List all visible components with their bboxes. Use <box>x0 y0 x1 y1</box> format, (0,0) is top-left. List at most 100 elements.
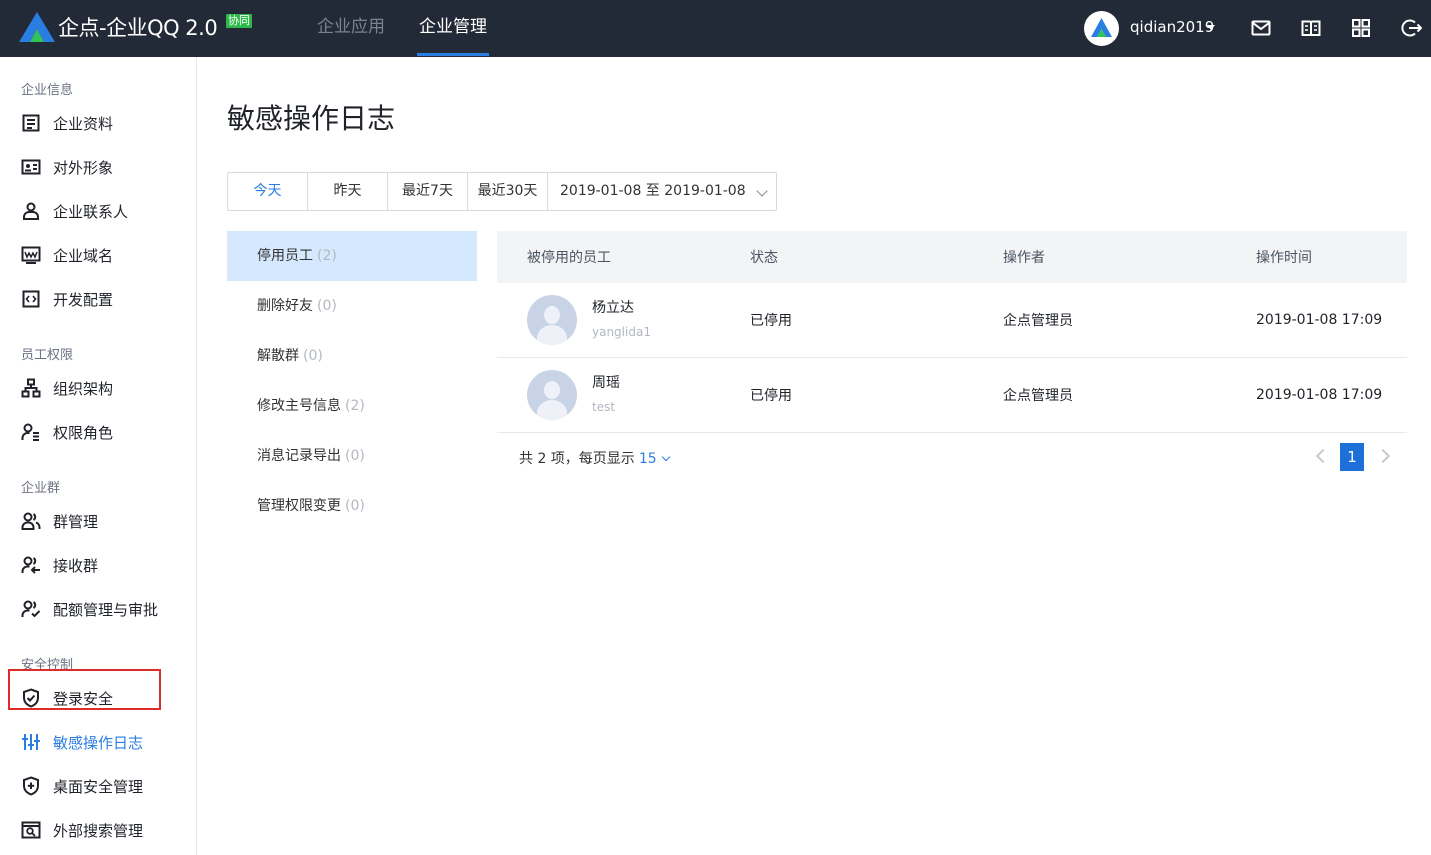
date-range-selector: 今天 昨天 最近7天 最近30天 2019-01-08 至 2019-01-08 <box>227 172 777 211</box>
book-icon[interactable] <box>1300 17 1322 39</box>
sidebar-item-label: 开发配置 <box>53 290 114 309</box>
employee-name: 周瑶 <box>592 375 620 391</box>
operator-cell: 企点管理员 <box>1003 313 1073 329</box>
sidebar-item-label: 敏感操作日志 <box>53 733 144 752</box>
code-config-icon <box>22 290 40 308</box>
search-window-icon <box>21 821 41 839</box>
table-footer: 共 2 项，每页显示 15 <box>519 448 670 468</box>
range-last30-button[interactable]: 最近30天 <box>468 173 548 210</box>
user-menu-caret-icon[interactable] <box>1207 25 1215 30</box>
default-avatar-icon <box>527 295 577 345</box>
category-label: 管理权限变更 <box>257 498 341 514</box>
category-item-delete-friend[interactable]: 删除好友 (0) <box>227 281 477 331</box>
sidebar-item-label: 对外形象 <box>53 158 114 177</box>
date-range-picker[interactable]: 2019-01-08 至 2019-01-08 <box>548 173 776 210</box>
log-table: 被停用的员工 状态 操作者 操作时间 杨立达 yanglida1 已停用 企点管… <box>497 231 1407 433</box>
range-last7-button[interactable]: 最近7天 <box>388 173 468 210</box>
sidebar-item-permission-roles[interactable]: 权限角色 <box>21 420 113 444</box>
status-cell: 已停用 <box>750 313 792 329</box>
current-page-button[interactable]: 1 <box>1340 443 1364 471</box>
org-chart-icon <box>21 378 41 398</box>
contact-person-icon <box>23 202 39 220</box>
category-item-export-messages[interactable]: 消息记录导出 (0) <box>227 431 477 481</box>
quota-approval-icon <box>21 600 41 618</box>
category-item-modify-main-account[interactable]: 修改主号信息 (2) <box>227 381 477 431</box>
active-tab-indicator <box>417 53 489 56</box>
active-item-highlight-box <box>8 669 161 710</box>
brand-title: 企点-企业QQ 2.0 <box>58 16 218 40</box>
range-today-button[interactable]: 今天 <box>228 173 308 210</box>
qidian-logo-icon <box>19 12 55 42</box>
table-row: 杨立达 yanglida1 已停用 企点管理员 2019-01-08 17:09 <box>497 283 1407 358</box>
topnav-enterprise-management[interactable]: 企业管理 <box>419 0 487 57</box>
category-label: 停用员工 <box>257 248 313 264</box>
page-title: 敏感操作日志 <box>227 102 396 135</box>
sidebar-group-employee-permissions: 员工权限 <box>21 348 74 363</box>
category-item-disable-employee[interactable]: 停用员工 (2) <box>227 231 477 281</box>
sidebar-item-external-search[interactable]: 外部搜索管理 <box>21 818 143 842</box>
default-avatar-icon <box>527 370 577 420</box>
sidebar-item-label: 群管理 <box>53 512 99 531</box>
category-count: (0) <box>317 298 337 314</box>
mail-icon[interactable] <box>1250 17 1272 39</box>
prev-page-icon[interactable] <box>1315 448 1331 464</box>
sidebar-item-label: 权限角色 <box>53 423 114 442</box>
sidebar-item-public-image[interactable]: 对外形象 <box>21 155 113 179</box>
category-count: (0) <box>303 348 323 364</box>
chevron-down-icon <box>756 185 768 197</box>
category-count: (0) <box>345 448 365 464</box>
table-row: 周瑶 test 已停用 企点管理员 2019-01-08 17:09 <box>497 358 1407 433</box>
sidebar-item-label: 企业联系人 <box>53 202 129 221</box>
sidebar-item-dev-config[interactable]: 开发配置 <box>21 287 113 311</box>
sidebar-item-group-management[interactable]: 群管理 <box>21 509 98 533</box>
employee-account: yanglida1 <box>592 325 651 339</box>
document-icon <box>22 114 40 132</box>
employee-cell: 杨立达 yanglida1 <box>497 295 750 345</box>
column-header-operator: 操作者 <box>1003 250 1045 266</box>
sidebar-item-sensitive-operation-log[interactable]: 敏感操作日志 <box>21 730 143 754</box>
sidebar-item-enterprise-profile[interactable]: 企业资料 <box>21 111 113 135</box>
chevron-down-icon <box>661 452 670 462</box>
username[interactable]: qidian2019 <box>1130 18 1214 36</box>
column-header-status: 状态 <box>750 250 778 266</box>
operator-cell: 企点管理员 <box>1003 388 1073 404</box>
category-list: 停用员工 (2) 删除好友 (0) 解散群 (0) 修改主号信息 (2) 消息记录导出(… <box>227 231 477 531</box>
sidebar-item-label: 接收群 <box>53 556 99 575</box>
employee-cell: 周瑶 test <box>497 370 750 420</box>
total-summary: 共 2 项，每页显示 <box>519 451 635 467</box>
user-role-icon <box>21 423 39 441</box>
user-avatar[interactable] <box>1084 11 1119 46</box>
sidebar-item-quota-approval[interactable]: 配额管理与审批 <box>21 597 158 621</box>
status-cell: 已停用 <box>750 388 792 404</box>
category-item-permission-change[interactable]: 管理权限变更 (0) <box>227 481 477 531</box>
sidebar-item-enterprise-contact[interactable]: 企业联系人 <box>21 199 128 223</box>
topnav-enterprise-apps[interactable]: 企业应用 <box>317 0 385 57</box>
sidebar-item-label: 企业域名 <box>53 246 114 265</box>
logout-icon[interactable] <box>1400 17 1422 39</box>
category-count: (2) <box>317 248 337 264</box>
category-count: (0) <box>345 498 365 514</box>
page-size-select[interactable]: 15 <box>638 451 670 467</box>
page-size-value: 15 <box>638 451 657 467</box>
category-item-dissolve-group[interactable]: 解散群 (0) <box>227 331 477 381</box>
range-yesterday-button[interactable]: 昨天 <box>308 173 388 210</box>
next-page-icon[interactable] <box>1375 448 1391 464</box>
id-card-icon <box>21 159 41 175</box>
table-header: 被停用的员工 状态 操作者 操作时间 <box>497 231 1407 283</box>
sidebar-item-receive-groups[interactable]: 接收群 <box>21 553 98 577</box>
domain-icon <box>21 246 41 264</box>
sidebar-item-desktop-security[interactable]: 桌面安全管理 <box>21 774 143 798</box>
employee-name: 杨立达 <box>592 300 634 316</box>
sidebar-item-label: 企业资料 <box>53 114 114 133</box>
time-cell: 2019-01-08 17:09 <box>1256 312 1383 328</box>
category-label: 修改主号信息 <box>257 398 341 414</box>
column-header-employee: 被停用的员工 <box>527 250 611 266</box>
sidebar-item-label: 桌面安全管理 <box>53 777 144 796</box>
shield-plus-icon <box>23 776 39 796</box>
sidebar-item-org-structure[interactable]: 组织架构 <box>21 376 113 400</box>
sidebar-group-enterprise-info: 企业信息 <box>21 83 74 98</box>
sidebar-item-enterprise-domain[interactable]: 企业域名 <box>21 243 113 267</box>
sidebar: 企业信息 企业资料 对外形象 企业联系人 企业域名 开发配置 员工权限 组织架构… <box>0 57 197 855</box>
time-cell: 2019-01-08 17:09 <box>1256 387 1383 403</box>
grid-icon[interactable] <box>1350 17 1372 39</box>
